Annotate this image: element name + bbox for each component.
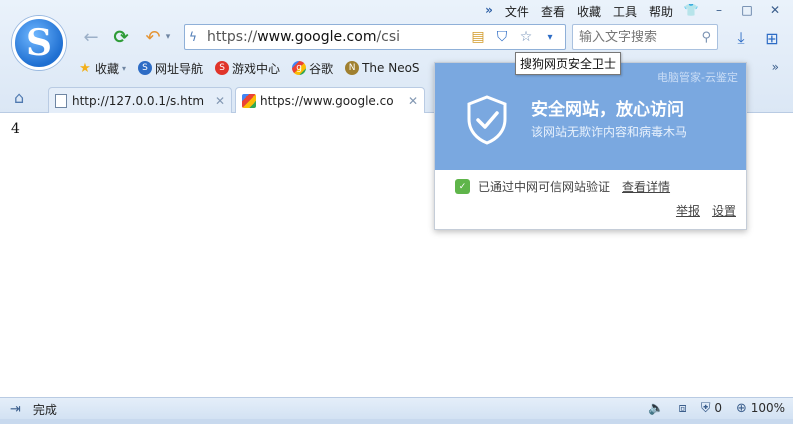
- google-icon: g: [292, 61, 307, 75]
- skin-icon[interactable]: 👕: [681, 2, 701, 18]
- maximize-button[interactable]: □: [737, 2, 757, 18]
- security-title: 安全网站，放心访问: [531, 100, 684, 120]
- page-text: 4: [11, 121, 20, 137]
- bookmark-label: 游戏中心: [232, 61, 281, 76]
- address-dropdown-icon[interactable]: ▾: [541, 28, 559, 46]
- search-input[interactable]: [579, 29, 691, 45]
- menu-favorites[interactable]: 收藏: [577, 3, 601, 20]
- home-icon[interactable]: ⌂: [14, 88, 24, 107]
- bookmark-navigation[interactable]: S 网址导航: [138, 60, 203, 77]
- lightning-icon: ϟ: [189, 30, 197, 44]
- refresh-button[interactable]: ⟳: [110, 26, 132, 48]
- bookmark-favorites[interactable]: ★ 收藏 ▾: [78, 60, 126, 77]
- tab-label: http://127.0.0.1/s.htm: [72, 93, 205, 108]
- bookmark-label: 网址导航: [155, 61, 204, 76]
- sound-icon[interactable]: 🔈: [648, 401, 664, 416]
- address-url[interactable]: https://www.google.com/csi: [207, 29, 400, 45]
- toolbox-icon[interactable]: ⧈: [678, 401, 686, 416]
- address-icons: ▤ ⛉ ☆ ▾: [469, 28, 559, 46]
- menu-tools[interactable]: 工具: [613, 3, 637, 20]
- adblock-indicator[interactable]: ⛨ 0: [701, 401, 722, 416]
- minimize-button[interactable]: –: [709, 2, 729, 18]
- report-link[interactable]: 举报: [676, 202, 700, 219]
- menu-view[interactable]: 查看: [541, 3, 565, 20]
- google-icon: [242, 94, 256, 108]
- sogou-logo[interactable]: S: [12, 16, 66, 70]
- sidebar-toggle-icon[interactable]: ⇥: [10, 402, 21, 417]
- bookmark-game-center[interactable]: S 游戏中心: [215, 60, 280, 77]
- settings-link[interactable]: 设置: [712, 202, 736, 219]
- undo-dropdown-icon[interactable]: ▾: [163, 26, 173, 48]
- bookmark-google[interactable]: g 谷歌: [292, 60, 333, 77]
- download-icon[interactable]: ⤓: [731, 28, 751, 48]
- shield-check-icon: [467, 95, 507, 145]
- url-prefix: https://: [207, 29, 258, 45]
- game-center-icon: S: [215, 61, 230, 75]
- status-left: ⇥ 完成: [10, 401, 57, 418]
- zoom-icon: ⊕: [735, 401, 747, 416]
- verification-row: ✓ 已通过中网可信网站验证 查看详情: [455, 178, 670, 195]
- menu-help[interactable]: 帮助: [649, 3, 673, 20]
- window-bottom-edge: [0, 419, 793, 424]
- tooltip: 搜狗网页安全卫士: [515, 52, 622, 75]
- bookmark-label: 谷歌: [309, 61, 334, 76]
- bookmark-neos[interactable]: N The NeoS: [345, 61, 420, 75]
- star-icon: ★: [79, 60, 91, 76]
- bookmark-label: The NeoS: [362, 61, 420, 75]
- security-panel: 电脑管家-云鉴定 安全网站，放心访问 该网站无欺诈内容和病毒木马 ✓ 已通过中网…: [434, 62, 747, 230]
- star-icon[interactable]: ☆: [517, 28, 535, 46]
- note-icon[interactable]: ▤: [469, 28, 487, 46]
- security-subtitle: 该网站无欺诈内容和病毒木马: [531, 125, 688, 139]
- status-right: 🔈 ⧈ ⛨ 0 ⊕ 100%: [648, 401, 785, 416]
- apps-icon[interactable]: ⊞: [762, 28, 782, 48]
- panel-actions: 举报 设置: [676, 202, 736, 219]
- address-bar[interactable]: ϟ https://www.google.com/csi ▤ ⛉ ☆ ▾: [184, 24, 566, 50]
- search-icon[interactable]: ⚲: [701, 30, 711, 45]
- sogou-nav-icon: S: [138, 61, 153, 75]
- menu-more-chevron[interactable]: »: [485, 3, 493, 20]
- zoom-level: 100%: [750, 401, 785, 415]
- chevron-down-icon: ▾: [122, 63, 127, 73]
- bookmark-label: 收藏: [95, 61, 120, 76]
- provider-label: 电脑管家-云鉴定: [657, 71, 738, 84]
- verified-text: 已通过中网可信网站验证: [478, 180, 611, 194]
- undo-close-button[interactable]: ↶: [142, 26, 164, 48]
- neos-icon: N: [345, 61, 360, 75]
- page-icon: [55, 93, 67, 108]
- security-banner: 电脑管家-云鉴定 安全网站，放心访问 该网站无欺诈内容和病毒木马: [435, 63, 746, 170]
- url-path: /csi: [376, 29, 401, 45]
- tab-local[interactable]: http://127.0.0.1/s.htm ✕: [48, 87, 232, 113]
- status-bar: ⇥ 完成 🔈 ⧈ ⛨ 0 ⊕ 100%: [0, 397, 793, 419]
- close-icon[interactable]: ✕: [408, 94, 418, 108]
- close-icon[interactable]: ✕: [215, 94, 225, 108]
- logo-letter: S: [26, 22, 52, 64]
- verified-icon: ✓: [455, 179, 470, 194]
- tab-label: https://www.google.co: [260, 94, 394, 108]
- zoom-indicator[interactable]: ⊕ 100%: [736, 401, 785, 416]
- window-controls: 👕 – □ ✕: [681, 2, 785, 18]
- search-box: ⚲: [572, 24, 718, 50]
- adblock-count: 0: [714, 401, 722, 415]
- status-text: 完成: [32, 403, 57, 417]
- adblock-icon: ⛨: [700, 401, 711, 416]
- tab-google[interactable]: https://www.google.co ✕: [235, 87, 425, 114]
- url-domain: www.google.com: [257, 29, 377, 45]
- back-button[interactable]: ←: [80, 26, 102, 48]
- menu-file[interactable]: 文件: [505, 3, 529, 20]
- close-button[interactable]: ✕: [765, 2, 785, 18]
- bookmark-bar: ★ 收藏 ▾ S 网址导航 S 游戏中心 g 谷歌 N The NeoS: [78, 58, 420, 78]
- bookmark-more-chevron[interactable]: »: [772, 60, 779, 74]
- title-bar: » 文件 查看 收藏 工具 帮助 👕 – □ ✕: [0, 0, 793, 22]
- shield-icon[interactable]: ⛉: [493, 28, 511, 46]
- menu-bar: » 文件 查看 收藏 工具 帮助: [485, 3, 673, 20]
- view-details-link[interactable]: 查看详情: [622, 178, 670, 195]
